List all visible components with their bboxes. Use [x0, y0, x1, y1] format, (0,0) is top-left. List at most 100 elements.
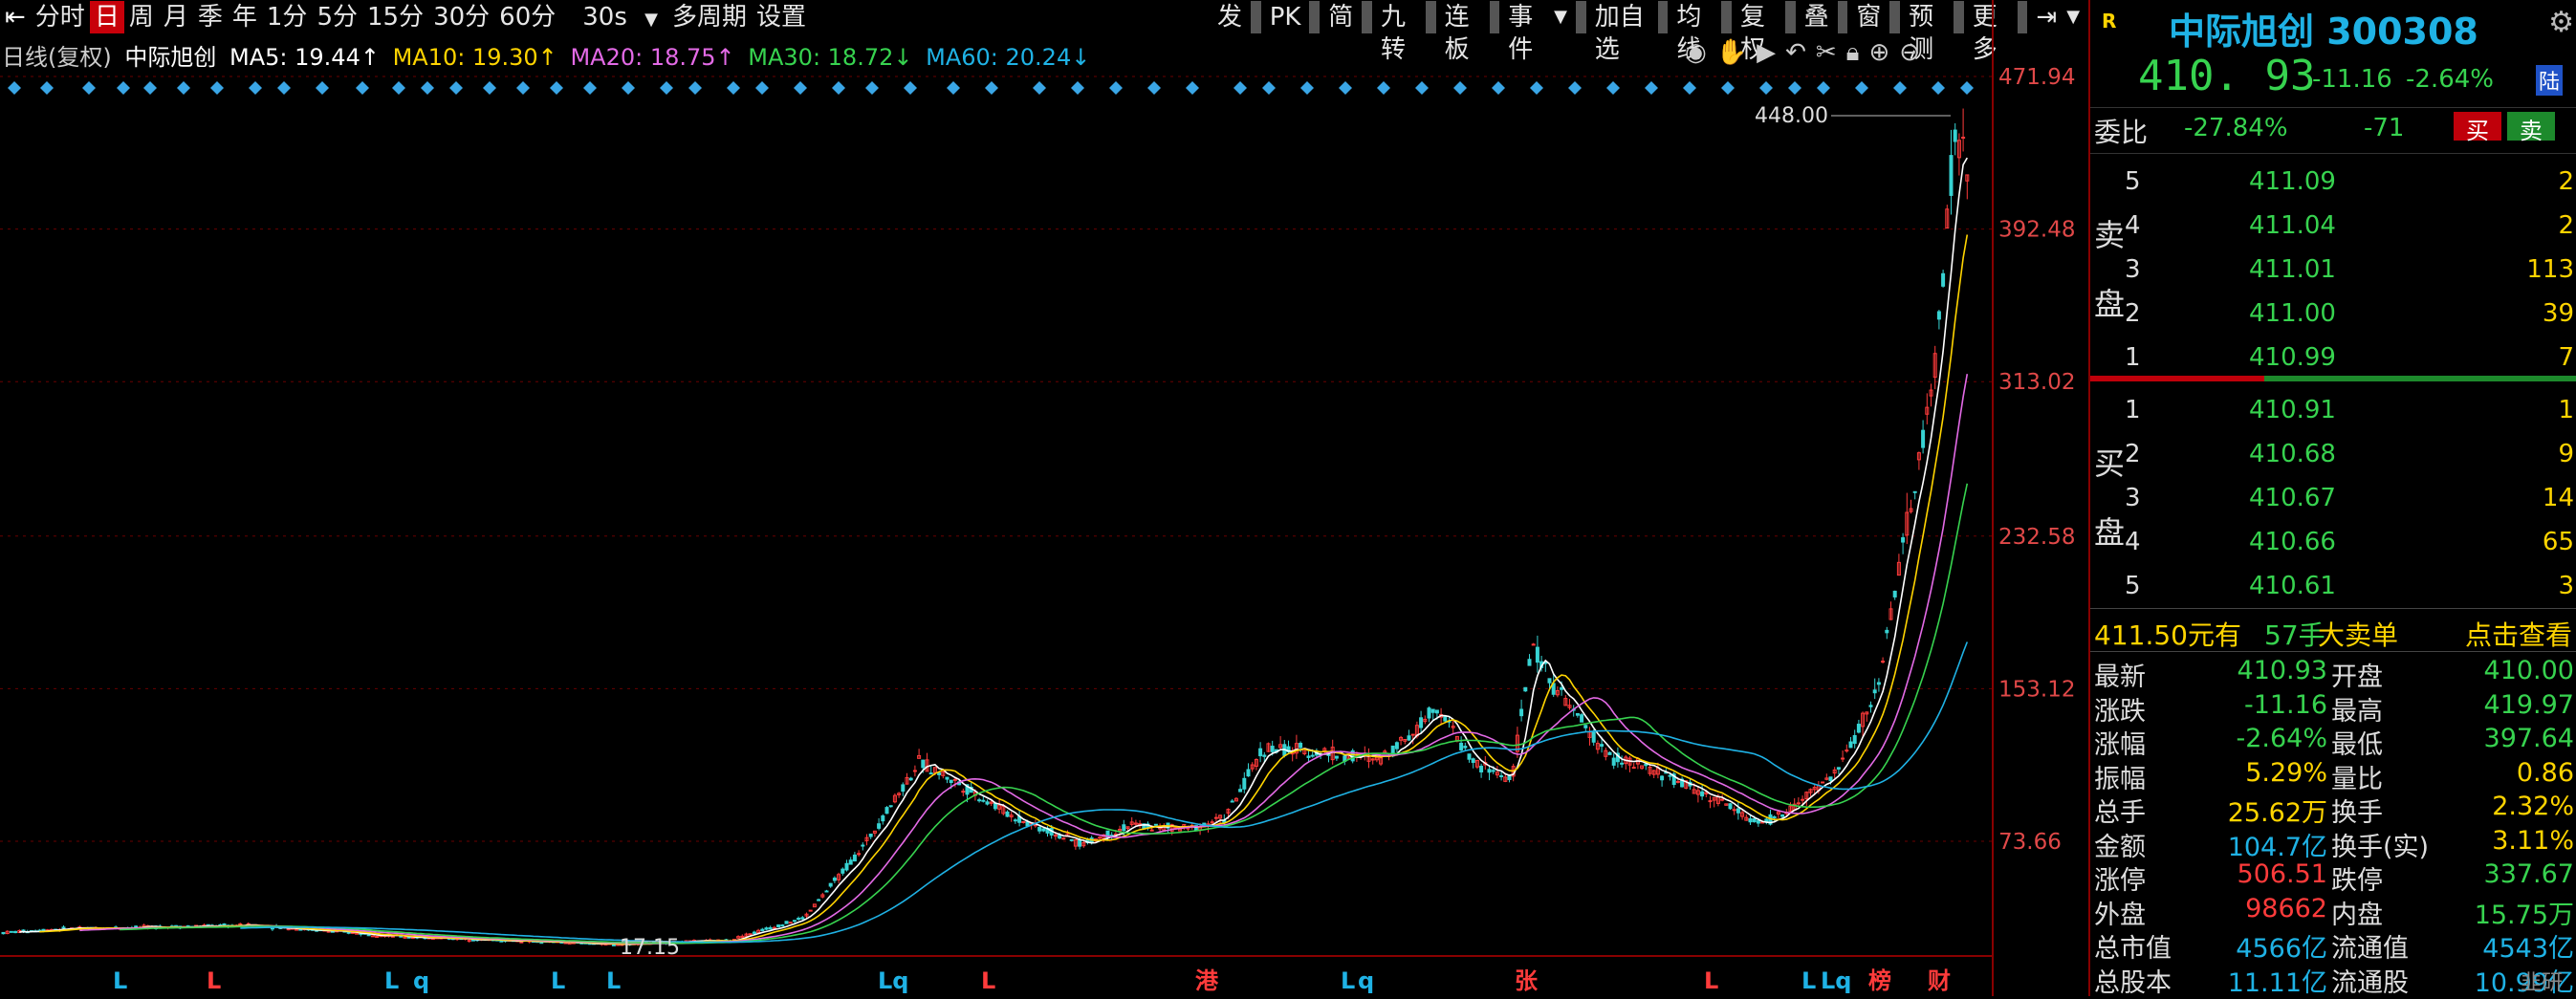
buy-level-5[interactable]: 5 410.61 3 — [2090, 568, 2576, 606]
level-volume: 14 — [2542, 484, 2574, 512]
event-marker[interactable]: L — [384, 967, 399, 994]
candle-body — [539, 942, 544, 945]
signal-diamond — [794, 81, 807, 95]
event-marker[interactable]: L — [1704, 967, 1718, 994]
buy-level-2[interactable]: 2 410.68 9 — [2090, 436, 2576, 474]
event-marker[interactable]: q — [413, 967, 429, 994]
candle-body — [1258, 748, 1263, 757]
level-number: 4 — [2125, 211, 2141, 240]
stats-row: 金额 104.7亿 换手(实) 3.11% — [2090, 824, 2576, 862]
signal-diamond — [1071, 81, 1084, 95]
candle-body — [1801, 798, 1805, 801]
event-marker[interactable]: L — [1801, 967, 1816, 994]
candle-body — [286, 928, 291, 931]
buy-button[interactable]: 买 — [2454, 112, 2501, 144]
candle-body — [1821, 781, 1825, 784]
candle-body — [868, 834, 873, 837]
signal-diamond — [483, 81, 496, 95]
signal-diamond — [947, 81, 960, 95]
event-marker[interactable]: 财 — [1928, 967, 1951, 994]
signal-diamond — [1893, 81, 1907, 95]
event-marker[interactable]: Lq — [878, 967, 908, 994]
candle-body — [1949, 155, 1954, 196]
level-price: 410.66 — [2249, 528, 2336, 556]
event-marker[interactable]: L — [551, 967, 565, 994]
sell-level-1[interactable]: 1 410.99 7 — [2090, 339, 2576, 378]
sell-level-2[interactable]: 2 411.00 39 — [2090, 295, 2576, 334]
event-marker[interactable]: q — [1358, 967, 1374, 994]
event-marker[interactable]: L — [113, 967, 127, 994]
candle-body — [1876, 682, 1881, 685]
candle-body — [1153, 823, 1158, 826]
book-divider-red — [2090, 376, 2264, 381]
signal-diamond — [356, 81, 369, 95]
weibi-row: 委比 -27.84% -71 买 卖 — [2090, 107, 2576, 148]
candle-body — [410, 937, 415, 940]
candle-body — [1246, 769, 1251, 777]
candle-body — [952, 778, 957, 781]
candle-body — [1912, 490, 1917, 493]
candle-body — [1242, 777, 1247, 790]
candle-body — [1025, 821, 1030, 827]
kline-chart-area[interactable]: ⇤ 分时 日 周 月 季 年 1分 5分 15分 30分 60分 30s ▼ 多… — [0, 0, 2085, 996]
candle-body — [1953, 129, 1957, 142]
sell-button[interactable]: 卖 — [2507, 112, 2555, 144]
signal-diamond — [8, 81, 21, 95]
candle-body — [1078, 839, 1082, 847]
big-order-link[interactable]: 点击查看 — [2465, 615, 2572, 653]
app-window: ⇤ 分时 日 周 月 季 年 1分 5分 15分 30分 60分 30s ▼ 多… — [0, 0, 2576, 998]
candle-body — [1535, 646, 1539, 663]
candle-body — [1752, 818, 1757, 823]
level-number: 1 — [2125, 396, 2141, 424]
event-marker[interactable]: L — [981, 967, 995, 994]
signal-diamond — [316, 81, 329, 95]
sell-level-3[interactable]: 3 411.01 113 — [2090, 251, 2576, 290]
event-marker[interactable]: L — [1341, 967, 1355, 994]
candle-body — [499, 940, 504, 943]
candle-body — [1419, 717, 1424, 728]
signal-diamond — [117, 81, 130, 95]
signal-diamond — [865, 81, 879, 95]
gear-icon[interactable]: ⚙ — [2548, 6, 2574, 39]
candle-body — [1961, 137, 1966, 140]
candle-body — [1238, 789, 1243, 793]
candle-body — [1443, 715, 1448, 722]
stat-value: 410.00 — [2483, 656, 2574, 685]
candle-body — [1708, 800, 1713, 803]
candle-body — [828, 882, 833, 887]
stat-value: 5.29% — [2245, 757, 2327, 788]
level-volume: 65 — [2542, 528, 2574, 556]
buy-level-4[interactable]: 4 410.66 65 — [2090, 524, 2576, 562]
event-marker[interactable]: 张 — [1515, 967, 1539, 994]
big-order-price: 411.50元有 — [2094, 619, 2241, 651]
candle-body — [937, 771, 942, 775]
candle-body — [1560, 686, 1564, 690]
candle-body — [1836, 767, 1841, 770]
signal-diamond — [1377, 81, 1390, 95]
candle-body — [1892, 590, 1897, 597]
buy-level-1[interactable]: 1 410.91 1 — [2090, 392, 2576, 430]
buy-level-3[interactable]: 3 410.67 14 — [2090, 480, 2576, 518]
sell-level-4[interactable]: 4 411.04 2 — [2090, 207, 2576, 246]
candle-body — [1058, 835, 1062, 839]
level-number: 2 — [2125, 299, 2141, 328]
event-marker[interactable]: L — [207, 967, 221, 994]
signal-diamond — [660, 81, 673, 95]
signal-diamond — [985, 81, 998, 95]
level-number: 2 — [2125, 440, 2141, 468]
sell-level-5[interactable]: 5 411.09 2 — [2090, 163, 2576, 202]
watermark-text: 韭研 — [2521, 971, 2564, 995]
level-price: 411.09 — [2249, 167, 2336, 196]
event-marker[interactable]: 榜 — [1868, 967, 1891, 994]
signal-diamond — [449, 81, 463, 95]
event-marker[interactable]: L — [606, 967, 621, 994]
signal-diamond — [1147, 81, 1161, 95]
event-marker[interactable]: 港 — [1195, 967, 1219, 994]
stats-row: 外盘 98662 内盘 15.75万 — [2090, 892, 2576, 930]
level-price: 410.68 — [2249, 440, 2336, 468]
signal-diamond — [1759, 81, 1773, 95]
event-marker[interactable]: Lq — [1821, 967, 1851, 994]
level-volume: 1 — [2558, 396, 2574, 424]
stat-value: 419.97 — [2483, 689, 2574, 720]
stat-value: 410.93 — [2237, 656, 2327, 685]
